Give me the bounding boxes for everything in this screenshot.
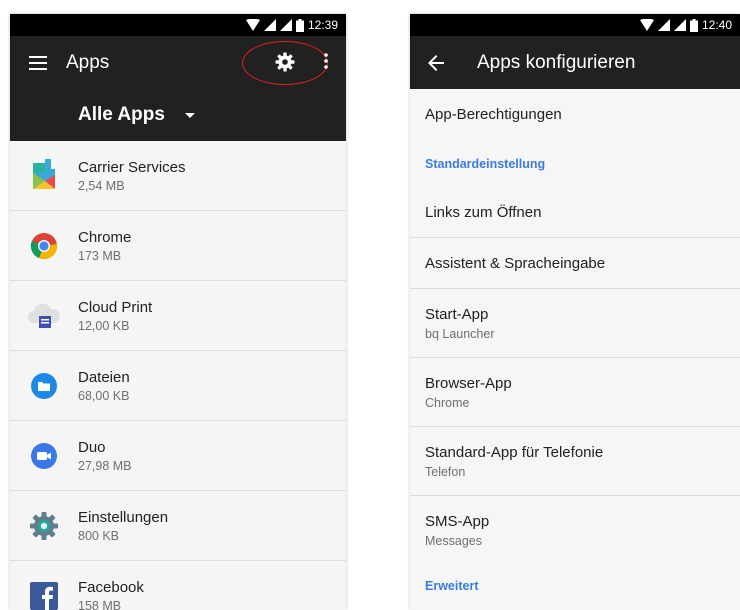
section-header-advanced[interactable]: Erweitert [410,565,740,607]
files-icon [10,372,78,400]
app-size: 27,98 MB [78,458,132,473]
item-title: Standard-App für Telefonie [425,443,604,461]
app-list: Carrier Services 2,54 MB Chrome 173 MB C… [10,141,346,610]
app-toolbar: Apps konfigurieren [410,36,740,89]
signal-icon [673,19,686,31]
signal-icon [657,19,670,31]
item-title: App-Berechtigungen [425,106,562,123]
app-size: 158 MB [78,598,122,610]
overflow-menu-button[interactable] [324,53,328,74]
status-bar: 12:39 [10,14,346,36]
signal-icon [279,19,292,31]
item-title: Browser-App [425,374,512,392]
app-name: Carrier Services [78,158,186,176]
more-vert-icon [324,53,328,69]
chrome-icon [10,232,78,260]
filter-label: Alle Apps [78,104,165,125]
hamburger-icon [29,55,47,70]
status-bar: 12:40 [410,14,740,36]
gear-icon [275,52,295,72]
app-size: 12,00 KB [78,318,130,333]
duo-icon [10,442,78,470]
app-name: Duo [78,438,106,456]
app-row-facebook[interactable]: Facebook 158 MB [10,561,346,610]
app-name: Dateien [78,368,130,386]
app-name: Cloud Print [78,298,153,316]
cloud-print-icon [10,303,78,329]
app-row-einstellungen[interactable]: Einstellungen 800 KB [10,491,346,561]
page-title: Apps [66,51,110,73]
app-name: Einstellungen [78,508,169,526]
item-title: Links zum Öffnen [425,203,542,221]
assistant-voice-input-item[interactable]: Assistent & Spracheingabe [410,238,740,289]
settings-button[interactable] [275,52,295,77]
settings-app-icon [10,511,78,541]
wifi-icon [245,19,260,31]
configure-apps-screen: 12:40 Apps konfigurieren App-Berechtigun… [410,14,740,610]
app-size: 2,54 MB [78,178,125,193]
app-permissions-item[interactable]: App-Berechtigungen [410,89,740,140]
back-button[interactable] [410,54,462,71]
phone-app-item[interactable]: Standard-App für Telefonie Telefon [410,427,740,496]
apps-screen: 12:39 Apps Alle Apps Carrier Services 2,… [10,14,346,610]
app-size: 68,00 KB [78,388,130,403]
item-title: Assistent & Spracheingabe [425,254,606,272]
section-header-default: Standardeinstellung [425,156,546,171]
battery-icon [295,18,304,32]
status-time: 12:39 [307,18,338,32]
app-toolbar: Apps [10,36,346,89]
settings-list: App-Berechtigungen Standardeinstellung L… [410,89,740,607]
page-title: Apps konfigurieren [477,51,636,73]
sms-app-item[interactable]: SMS-App Messages [410,496,740,565]
item-value: Messages [425,534,482,548]
status-time: 12:40 [701,18,732,32]
app-size: 173 MB [78,248,122,263]
item-value: Telefon [425,464,466,479]
wifi-icon [639,19,654,31]
app-row-chrome[interactable]: Chrome 173 MB [10,211,346,281]
item-title: Start-App [425,305,489,323]
carrier-services-icon [10,158,78,193]
signal-icon [263,19,276,31]
app-row-cloud-print[interactable]: Cloud Print 12,00 KB [10,281,346,351]
app-row-carrier-services[interactable]: Carrier Services 2,54 MB [10,141,346,211]
browser-app-item[interactable]: Browser-App Chrome [410,358,740,427]
battery-icon [689,18,698,32]
menu-button[interactable] [10,55,66,70]
arrow-back-icon [428,54,444,71]
app-size: 800 KB [78,528,120,543]
app-name: Chrome [78,228,132,246]
item-value: Chrome [425,395,470,410]
app-filter-dropdown[interactable]: Alle Apps [10,89,346,141]
item-title: SMS-App [425,513,490,530]
facebook-icon [10,581,78,610]
open-links-item[interactable]: Links zum Öffnen [410,187,740,238]
home-app-item[interactable]: Start-App bq Launcher [410,289,740,358]
item-value: bq Launcher [425,326,495,341]
app-name: Facebook [78,578,144,596]
dropdown-arrow-icon [184,112,195,118]
app-row-dateien[interactable]: Dateien 68,00 KB [10,351,346,421]
app-row-duo[interactable]: Duo 27,98 MB [10,421,346,491]
